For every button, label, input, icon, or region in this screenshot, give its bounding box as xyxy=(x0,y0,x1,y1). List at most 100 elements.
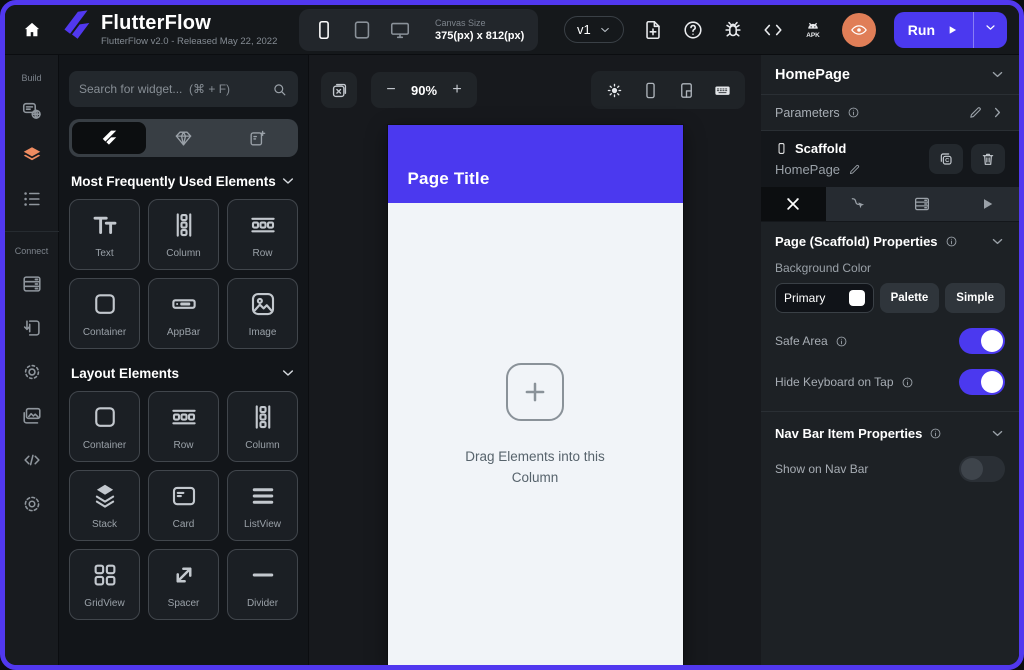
phone-appbar[interactable]: Page Title xyxy=(388,125,683,203)
nav-item-layers[interactable] xyxy=(10,133,54,177)
api-icon xyxy=(21,361,43,383)
inspector-tab-play[interactable] xyxy=(955,187,1020,221)
widget-tile-text[interactable]: Text xyxy=(69,199,140,270)
nav-item-api[interactable] xyxy=(10,350,54,394)
widget-tile-container[interactable]: Container xyxy=(69,391,140,462)
delete-widget-button[interactable] xyxy=(971,144,1005,174)
widget-tile-image[interactable]: Image xyxy=(227,278,298,349)
code-button[interactable] xyxy=(762,19,784,41)
fit-to-screen-button[interactable] xyxy=(321,72,357,108)
widget-tab-flutter[interactable] xyxy=(72,122,146,154)
toggle-label: Hide Keyboard on Tap xyxy=(775,375,894,389)
widget-search[interactable] xyxy=(69,71,298,107)
widget-tile-appbar[interactable]: AppBar xyxy=(148,278,219,349)
zoom-in-button[interactable]: + xyxy=(443,76,471,104)
w-row-icon xyxy=(248,210,278,240)
nav-item-settings[interactable] xyxy=(10,482,54,526)
widget-tile-stack[interactable]: Stack xyxy=(69,470,140,541)
inspector-tab-database[interactable] xyxy=(890,187,955,221)
help-button[interactable] xyxy=(682,19,704,41)
widget-tile-row[interactable]: Row xyxy=(227,199,298,270)
hide-keyboard-on-tap-toggle[interactable] xyxy=(959,369,1005,395)
w-image-icon xyxy=(248,289,278,319)
palette-button[interactable]: Palette xyxy=(880,283,940,313)
chevron-down-icon[interactable] xyxy=(990,234,1005,249)
widget-tile-card[interactable]: Card xyxy=(148,470,219,541)
properties-section-header[interactable]: Page (Scaffold) Properties xyxy=(775,234,1005,249)
version-selector[interactable]: v1 xyxy=(564,16,624,43)
drop-hint-text: Drag Elements into this Column xyxy=(450,447,620,489)
page-header-row[interactable]: HomePage xyxy=(761,55,1019,95)
chevron-down-icon[interactable] xyxy=(990,67,1005,82)
add-element-drop-target[interactable] xyxy=(506,363,564,421)
device-frame-toggle-button[interactable] xyxy=(671,75,701,105)
widget-tile-divider[interactable]: Divider xyxy=(227,549,298,620)
page-title: Page Title xyxy=(408,169,490,189)
widget-tile-label: Container xyxy=(83,440,126,451)
run-button[interactable]: Run xyxy=(894,12,1007,48)
info-icon xyxy=(901,376,914,389)
copy-widget-button[interactable]: C xyxy=(929,144,963,174)
color-dropdown[interactable]: Primary xyxy=(775,283,874,313)
widget-tile-container[interactable]: Container xyxy=(69,278,140,349)
inspector-tab-actions[interactable] xyxy=(826,187,891,221)
brand: FlutterFlow FlutterFlow v2.0 - Released … xyxy=(59,13,295,47)
widget-tab-template-plus[interactable] xyxy=(221,122,295,154)
parameters-row[interactable]: Parameters xyxy=(761,95,1019,131)
sun-toggle-button[interactable] xyxy=(599,75,629,105)
widget-tile-column[interactable]: Column xyxy=(148,199,219,270)
w-card-icon xyxy=(169,481,199,511)
inspector-tabs xyxy=(761,187,1019,222)
preview-eye-button[interactable] xyxy=(842,13,876,47)
nav-item-media[interactable] xyxy=(10,394,54,438)
nav-item-widget-guide[interactable] xyxy=(10,89,54,133)
inspector-panel: HomePage Parameters Scaffold HomePage xyxy=(761,55,1019,665)
phone-body[interactable]: Drag Elements into this Column xyxy=(388,203,683,665)
widget-tile-column[interactable]: Column xyxy=(227,391,298,462)
widget-tile-row[interactable]: Row xyxy=(148,391,219,462)
widget-tab-diamond[interactable] xyxy=(146,122,220,154)
plus-icon xyxy=(520,377,550,407)
navbar-section-header[interactable]: Nav Bar Item Properties xyxy=(775,426,1005,441)
chevron-down-icon[interactable] xyxy=(990,426,1005,441)
chevron-down-icon[interactable] xyxy=(280,365,296,381)
show-on-navbar-toggle[interactable] xyxy=(959,456,1005,482)
widget-tile-spacer[interactable]: Spacer xyxy=(148,549,219,620)
device-phone-toggle-button[interactable] xyxy=(635,75,665,105)
keyboard-toggle-button[interactable] xyxy=(707,75,737,105)
nav-item-database[interactable] xyxy=(10,262,54,306)
run-options-button[interactable] xyxy=(974,21,1007,39)
file-plus-button[interactable] xyxy=(642,19,664,41)
nav-item-storage[interactable] xyxy=(10,306,54,350)
widget-tile-gridview[interactable]: GridView xyxy=(69,549,140,620)
home-button[interactable] xyxy=(5,5,59,55)
sun-icon xyxy=(605,81,624,100)
device-tablet-button[interactable] xyxy=(351,19,373,41)
bug-button[interactable] xyxy=(722,19,744,41)
device-phone-button[interactable] xyxy=(313,19,335,41)
nav-section-build: Build xyxy=(10,69,54,221)
section-header[interactable]: Most Frequently Used Elements xyxy=(71,173,296,189)
rename-widget-icon[interactable] xyxy=(848,163,861,176)
device-phone-icon xyxy=(641,81,660,100)
edit-parameters-icon[interactable] xyxy=(968,105,983,120)
simple-button[interactable]: Simple xyxy=(945,283,1005,313)
chevron-down-icon[interactable] xyxy=(280,173,296,189)
device-desktop-button[interactable] xyxy=(389,19,411,41)
widget-tile-listview[interactable]: ListView xyxy=(227,470,298,541)
nav-item-custom-code[interactable] xyxy=(10,438,54,482)
zoom-out-button[interactable]: − xyxy=(377,76,405,104)
selected-widget-block[interactable]: Scaffold HomePage C xyxy=(761,131,1019,187)
apk-button[interactable]: APK xyxy=(802,19,824,41)
search-input[interactable] xyxy=(79,82,263,96)
chevron-right-icon[interactable] xyxy=(990,105,1005,120)
app-title: FlutterFlow xyxy=(101,13,277,33)
safe-area-toggle[interactable] xyxy=(959,328,1005,354)
inspector-tab-tools[interactable] xyxy=(761,187,826,221)
w-gridview-icon xyxy=(90,560,120,590)
template-plus-icon xyxy=(248,129,267,148)
flutterflow-logo-icon xyxy=(57,6,98,47)
section-header[interactable]: Layout Elements xyxy=(71,365,296,381)
nav-item-widget-tree[interactable] xyxy=(10,177,54,221)
topbar-actions: v1 APK Run xyxy=(564,12,1019,48)
